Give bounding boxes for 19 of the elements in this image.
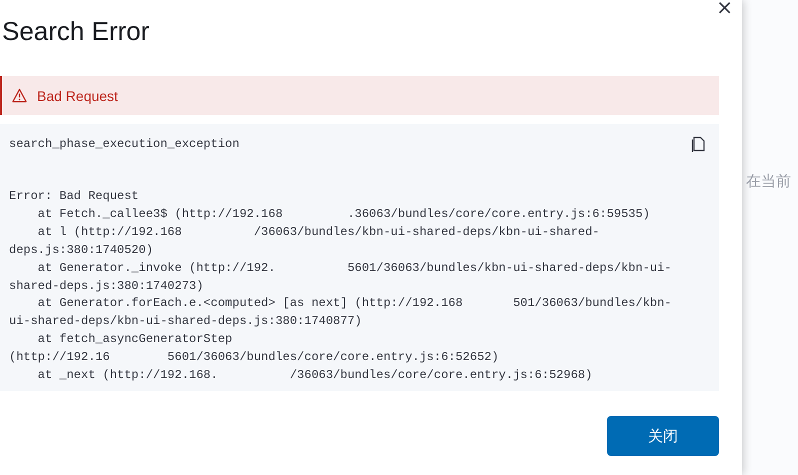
modal-title: Search Error [1, 15, 150, 48]
copy-icon[interactable] [691, 136, 707, 152]
stack-trace-line: at Generator._invoke (http://192. 5601/36063/bundles/kbn-ui-shared-deps/kbn-ui- [36, 260, 673, 277]
stack-trace-line: at Generator.forEach.e.<computed> [as next] (http://192.168 501/36063/bundles/kbn- [36, 295, 673, 312]
callout-text: Bad Request [37, 88, 118, 104]
stack-trace-line: at _next (http://192.168. /36063/bundles/core/core.entry.js:6:52968) [36, 367, 594, 384]
stack-trace-line: Error: Bad Request [9, 188, 140, 205]
stack-trace-line: at fetch_asyncGeneratorStep [36, 331, 234, 348]
close-button[interactable]: × [713, 0, 736, 17]
stack-trace-line: ui-shared-deps/kbn-ui-shared-deps.js:380:1740877) [9, 313, 363, 330]
stack-trace-line: at Fetch._callee3$ (http://192.168 .36063/bundles/core/core.entry.js:6:59535) [36, 206, 651, 223]
warning-icon [12, 88, 27, 103]
exception-name: search_phase_execution_exception [9, 137, 240, 151]
stack-trace-line: deps.js:380:1740520) [9, 242, 154, 259]
stack-trace-line: (http://192.16 5601/36063/bundles/core/core.entry.js:6:52652) [9, 349, 500, 366]
close-button[interactable]: 关闭 [607, 416, 719, 456]
stack-trace-line: shared-deps.js:380:1740273) [9, 278, 204, 295]
background-text: 在当前 [746, 172, 792, 191]
stack-trace-line: at l (http://192.168 /36063/bundles/kbn-ui-shared-deps/kbn-ui-shared- [36, 224, 600, 241]
